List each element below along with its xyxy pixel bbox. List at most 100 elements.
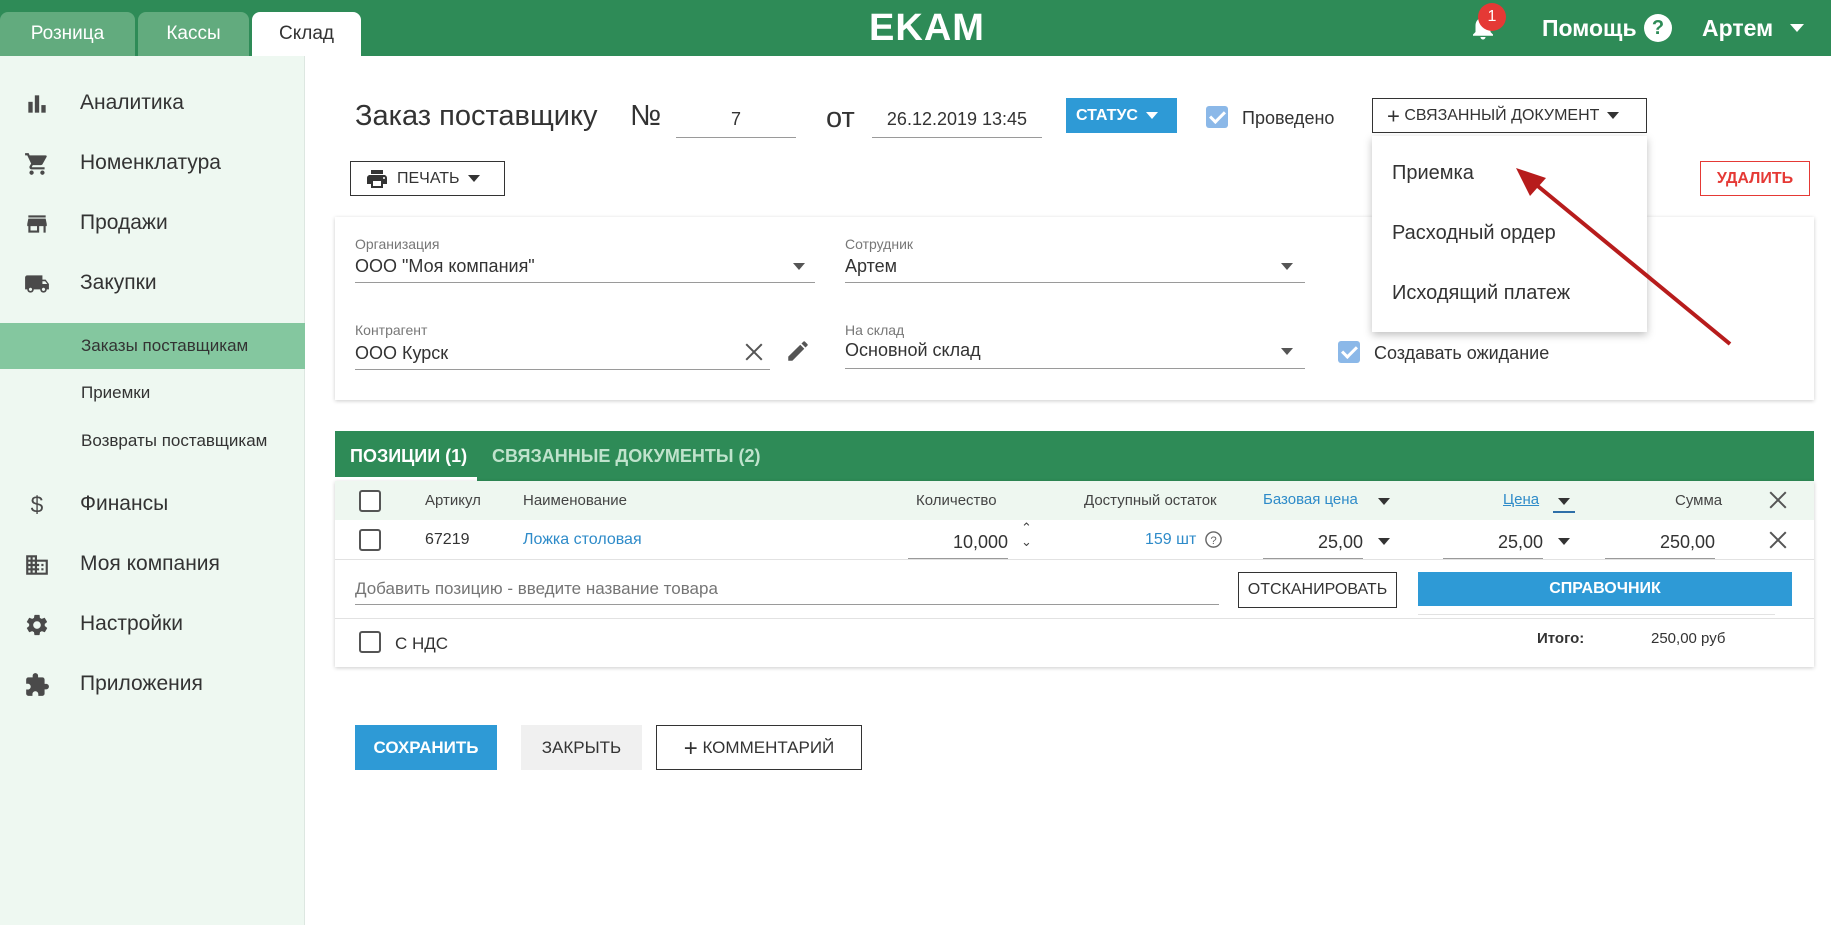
tab-retail[interactable]: Розница [0,12,135,56]
document-tabs: ПОЗИЦИИ (1) СВЯЗАННЫЕ ДОКУМЕНТЫ (2) [335,431,1814,481]
sidebar-subitem-supplier-orders[interactable]: Заказы поставщикам [0,323,305,369]
sidebar-item-apps[interactable]: Приложения [0,660,305,708]
status-button[interactable]: СТАТУС [1066,98,1177,133]
tab-cash-registers[interactable]: Кассы [138,12,249,56]
caret-down-icon [467,175,480,183]
edit-pencil-icon[interactable] [785,338,811,364]
catalog-divider [1418,614,1775,615]
total-label: Итого: [1537,630,1585,647]
tab-warehouse[interactable]: Склад [252,12,361,56]
add-comment-button[interactable]: + КОММЕНТАРИЙ [656,725,862,770]
app-logo: EKAM [869,7,985,49]
row-available-link[interactable]: 159 шт [1145,529,1196,551]
catalog-button[interactable]: СПРАВОЧНИК [1418,572,1792,606]
related-document-label: СВЯЗАННЫЙ ДОКУМЕНТ [1404,107,1600,124]
dollar-icon: $ [31,492,44,518]
help-circle-icon[interactable]: ? [1204,530,1223,549]
sidebar-item-my-company[interactable]: Моя компания [0,540,305,588]
row-name-link[interactable]: Ложка столовая [523,529,642,551]
posted-checkbox[interactable] [1206,106,1228,128]
print-button[interactable]: ПЕЧАТЬ [350,161,505,196]
row-checkbox[interactable] [359,529,381,551]
help-link[interactable]: Помощь [1542,12,1637,44]
employee-label: Сотрудник [845,236,914,252]
caret-down-icon[interactable] [1378,498,1390,505]
sidebar-item-label: Номенклатура [80,151,221,174]
organization-select[interactable]: ООО "Моя компания" [355,254,535,278]
gear-icon [26,614,48,636]
document-number-input[interactable]: 7 [676,104,796,138]
caret-down-icon[interactable] [1790,24,1804,32]
date-prefix-label: от [826,102,855,134]
vat-label: С НДС [395,634,449,653]
counterparty-input[interactable]: ООО Курск [355,341,448,365]
quantity-stepper[interactable]: ⌃ ⌄ [1021,521,1032,549]
building-icon [26,555,48,575]
column-available: Доступный остаток [1084,492,1217,509]
row-base-price-input[interactable]: 25,00 [1263,531,1363,553]
sidebar-item-analytics[interactable]: Аналитика [0,79,305,127]
price-sort-underline [1553,511,1575,513]
create-waiting-checkbox[interactable] [1338,341,1360,363]
row-price-input[interactable]: 25,00 [1443,531,1543,553]
caret-down-icon[interactable] [1281,263,1293,270]
row-sum-input[interactable]: 250,00 [1605,531,1715,553]
caret-down-icon[interactable] [1281,348,1293,355]
organization-label: Организация [355,236,440,252]
store-icon [27,215,47,233]
caret-down-icon[interactable] [793,263,805,270]
remove-row-icon[interactable] [1767,529,1789,551]
scan-button[interactable]: ОТСКАНИРОВАТЬ [1238,572,1397,608]
add-position-input[interactable] [355,573,1219,605]
sidebar-item-label: Настройки [80,612,183,635]
stepper-down-icon[interactable]: ⌄ [1021,535,1032,549]
user-menu[interactable]: Артем [1702,12,1773,44]
add-comment-label: КОММЕНТАРИЙ [702,738,835,757]
tab-positions[interactable]: ПОЗИЦИИ (1) [350,444,467,468]
organization-underline [355,282,815,283]
sidebar-item-purchases[interactable]: Закупки [0,259,305,307]
svg-text:?: ? [1210,535,1216,547]
vat-checkbox[interactable] [359,631,381,653]
caret-down-icon[interactable] [1558,538,1570,545]
plus-icon: + [1387,103,1400,129]
close-button[interactable]: ЗАКРЫТЬ [521,725,642,770]
sidebar-item-settings[interactable]: Настройки [0,600,305,648]
sidebar-item-label: Закупки [80,271,157,294]
document-date-input[interactable]: 26.12.2019 13:45 [872,104,1042,138]
column-base-price[interactable]: Базовая цена [1263,490,1358,510]
clear-icon[interactable] [743,341,765,363]
sidebar-item-label: Финансы [80,492,169,515]
row-article: 67219 [425,531,470,548]
tab-related-documents[interactable]: СВЯЗАННЫЕ ДОКУМЕНТЫ (2) [492,444,760,468]
caret-down-icon[interactable] [1558,498,1570,505]
help-icon[interactable]: ? [1644,14,1672,42]
stepper-up-icon[interactable]: ⌃ [1021,521,1032,535]
remove-all-icon[interactable] [1767,489,1789,511]
positions-table: Артикул Наименование Количество Доступны… [335,481,1814,667]
puzzle-icon [26,673,49,696]
menu-item-receipt[interactable]: Приемка [1392,159,1474,187]
sidebar-subitem-receipts[interactable]: Приемки [0,370,305,416]
bar-chart-icon [28,95,46,113]
posted-label: Проведено [1242,108,1335,128]
row-divider [335,559,1814,560]
sidebar-subitem-supplier-returns[interactable]: Возвраты поставщикам [0,418,305,464]
save-button[interactable]: СОХРАНИТЬ [355,725,497,770]
caret-down-icon[interactable] [1378,538,1390,545]
employee-select[interactable]: Артем [845,254,897,278]
caret-down-icon [1145,112,1158,120]
sidebar-item-label: Продажи [80,211,168,234]
related-document-button[interactable]: + СВЯЗАННЫЙ ДОКУМЕНТ [1372,98,1647,133]
sidebar-item-finance[interactable]: $ Финансы [0,480,305,528]
print-button-label: ПЕЧАТЬ [397,170,460,187]
column-quantity: Количество [916,492,997,509]
select-all-checkbox[interactable] [359,490,381,512]
sidebar-item-sales[interactable]: Продажи [0,199,305,247]
sidebar-item-nomenclature[interactable]: Номенклатура [0,139,305,187]
employee-underline [845,282,1305,283]
warehouse-select[interactable]: Основной склад [845,338,981,362]
counterparty-label: Контрагент [355,322,428,338]
column-price[interactable]: Цена [1503,490,1539,510]
row-quantity-input[interactable]: 10,000 [908,531,1008,553]
